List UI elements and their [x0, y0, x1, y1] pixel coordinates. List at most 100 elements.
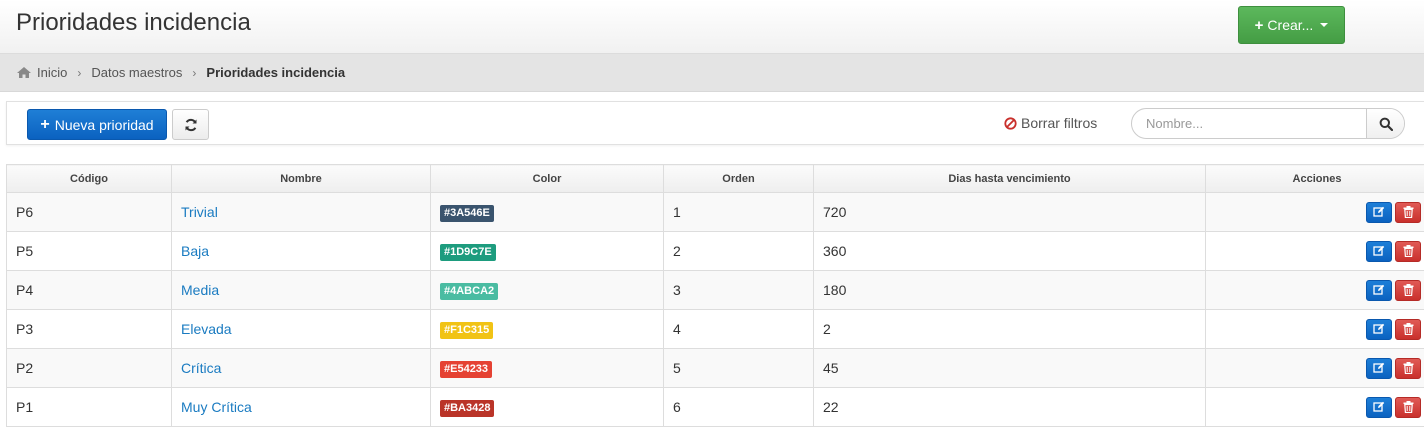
color-badge: #3A546E [440, 204, 494, 222]
table-row: P4 Media #4ABCA2 3 180 [6, 270, 1424, 310]
breadcrumb-home-label: Inicio [37, 65, 68, 80]
table-row: P6 Trivial #3A546E 1 720 [6, 192, 1424, 232]
edit-icon [1373, 284, 1385, 295]
column-header-color[interactable]: Color [430, 164, 664, 193]
table-row: P5 Baja #1D9C7E 2 360 [6, 231, 1424, 271]
delete-button[interactable] [1395, 201, 1421, 223]
trash-icon [1403, 323, 1413, 335]
search-button[interactable] [1366, 109, 1404, 138]
column-header-order[interactable]: Orden [663, 164, 814, 193]
search-icon [1379, 117, 1393, 131]
clear-filters-label: Borrar filtros [1021, 115, 1098, 131]
cell-code: P1 [6, 387, 172, 427]
chevron-right-icon: › [192, 65, 197, 80]
search-input[interactable] [1132, 109, 1366, 138]
cell-code: P4 [6, 270, 172, 310]
trash-icon [1403, 206, 1413, 218]
edit-button[interactable] [1366, 357, 1392, 379]
delete-button[interactable] [1395, 357, 1421, 379]
toolbar: + Nueva prioridad Borrar filtros [6, 101, 1424, 145]
ban-icon [1004, 116, 1017, 130]
plus-icon: + [40, 115, 50, 133]
cell-name-link[interactable]: Crítica [171, 348, 431, 388]
delete-button[interactable] [1395, 240, 1421, 262]
cell-actions [1205, 231, 1424, 271]
refresh-button[interactable] [172, 109, 209, 140]
cell-actions [1205, 387, 1424, 427]
delete-button[interactable] [1395, 318, 1421, 340]
cell-color: #BA3428 [430, 387, 664, 427]
table-row: P2 Crítica #E54233 5 45 [6, 348, 1424, 388]
table-row: P3 Elevada #F1C315 4 2 [6, 309, 1424, 349]
breadcrumb: Inicio › Datos maestros › Prioridades in… [0, 54, 1424, 92]
breadcrumb-master-data[interactable]: Datos maestros [91, 65, 182, 80]
breadcrumb-current: Prioridades incidencia [206, 65, 346, 80]
cell-actions [1205, 309, 1424, 349]
cell-actions [1205, 348, 1424, 388]
cell-code: P3 [6, 309, 172, 349]
cell-days: 2 [813, 309, 1206, 349]
cell-color: #4ABCA2 [430, 270, 664, 310]
create-dropdown-button[interactable]: + Crear... [1238, 6, 1345, 44]
chevron-right-icon: › [77, 65, 82, 80]
cell-code: P6 [6, 192, 172, 232]
table-row: P1 Muy Crítica #BA3428 6 22 [6, 387, 1424, 427]
search-group [1131, 108, 1405, 139]
delete-button[interactable] [1395, 396, 1421, 418]
cell-code: P5 [6, 231, 172, 271]
cell-code: P2 [6, 348, 172, 388]
caret-down-icon [1320, 23, 1329, 27]
color-badge: #4ABCA2 [440, 282, 499, 300]
cell-order: 2 [663, 231, 814, 271]
trash-icon [1403, 284, 1413, 296]
cell-name-link[interactable]: Media [171, 270, 431, 310]
edit-icon [1373, 401, 1385, 412]
edit-button[interactable] [1366, 201, 1392, 223]
cell-color: #F1C315 [430, 309, 664, 349]
column-header-days[interactable]: Dias hasta vencimiento [813, 164, 1206, 193]
edit-button[interactable] [1366, 240, 1392, 262]
cell-color: #1D9C7E [430, 231, 664, 271]
column-header-name[interactable]: Nombre [171, 164, 431, 193]
home-icon [17, 67, 31, 78]
breadcrumb-home[interactable]: Inicio [16, 65, 67, 80]
trash-icon [1403, 245, 1413, 257]
cell-name-link[interactable]: Muy Crítica [171, 387, 431, 427]
new-priority-button[interactable]: + Nueva prioridad [27, 109, 167, 140]
edit-icon [1373, 323, 1385, 334]
color-badge: #F1C315 [440, 321, 494, 339]
color-badge: #1D9C7E [440, 243, 496, 261]
refresh-icon [185, 118, 196, 131]
page-title: Prioridades incidencia [16, 9, 251, 36]
cell-actions [1205, 270, 1424, 310]
cell-order: 3 [663, 270, 814, 310]
cell-order: 4 [663, 309, 814, 349]
create-button-label: Crear... [1267, 17, 1314, 33]
cell-color: #3A546E [430, 192, 664, 232]
clear-filters-link[interactable]: Borrar filtros [1004, 115, 1097, 131]
cell-name-link[interactable]: Elevada [171, 309, 431, 349]
cell-order: 5 [663, 348, 814, 388]
color-badge: #BA3428 [440, 399, 495, 417]
cell-days: 45 [813, 348, 1206, 388]
priorities-table: Código Nombre Color Orden Dias hasta ven… [6, 164, 1424, 427]
edit-button[interactable] [1366, 318, 1392, 340]
column-header-code[interactable]: Código [6, 164, 172, 193]
cell-name-link[interactable]: Trivial [171, 192, 431, 232]
cell-days: 720 [813, 192, 1206, 232]
edit-icon [1373, 245, 1385, 256]
color-badge: #E54233 [440, 360, 493, 378]
delete-button[interactable] [1395, 279, 1421, 301]
table-header-row: Código Nombre Color Orden Dias hasta ven… [6, 164, 1424, 193]
page-header: Prioridades incidencia + Crear... [0, 0, 1424, 54]
cell-actions [1205, 192, 1424, 232]
trash-icon [1403, 362, 1413, 374]
edit-button[interactable] [1366, 396, 1392, 418]
cell-name-link[interactable]: Baja [171, 231, 431, 271]
cell-days: 360 [813, 231, 1206, 271]
edit-button[interactable] [1366, 279, 1392, 301]
cell-order: 6 [663, 387, 814, 427]
edit-icon [1373, 206, 1385, 217]
new-priority-label: Nueva prioridad [54, 116, 154, 133]
edit-icon [1373, 362, 1385, 373]
